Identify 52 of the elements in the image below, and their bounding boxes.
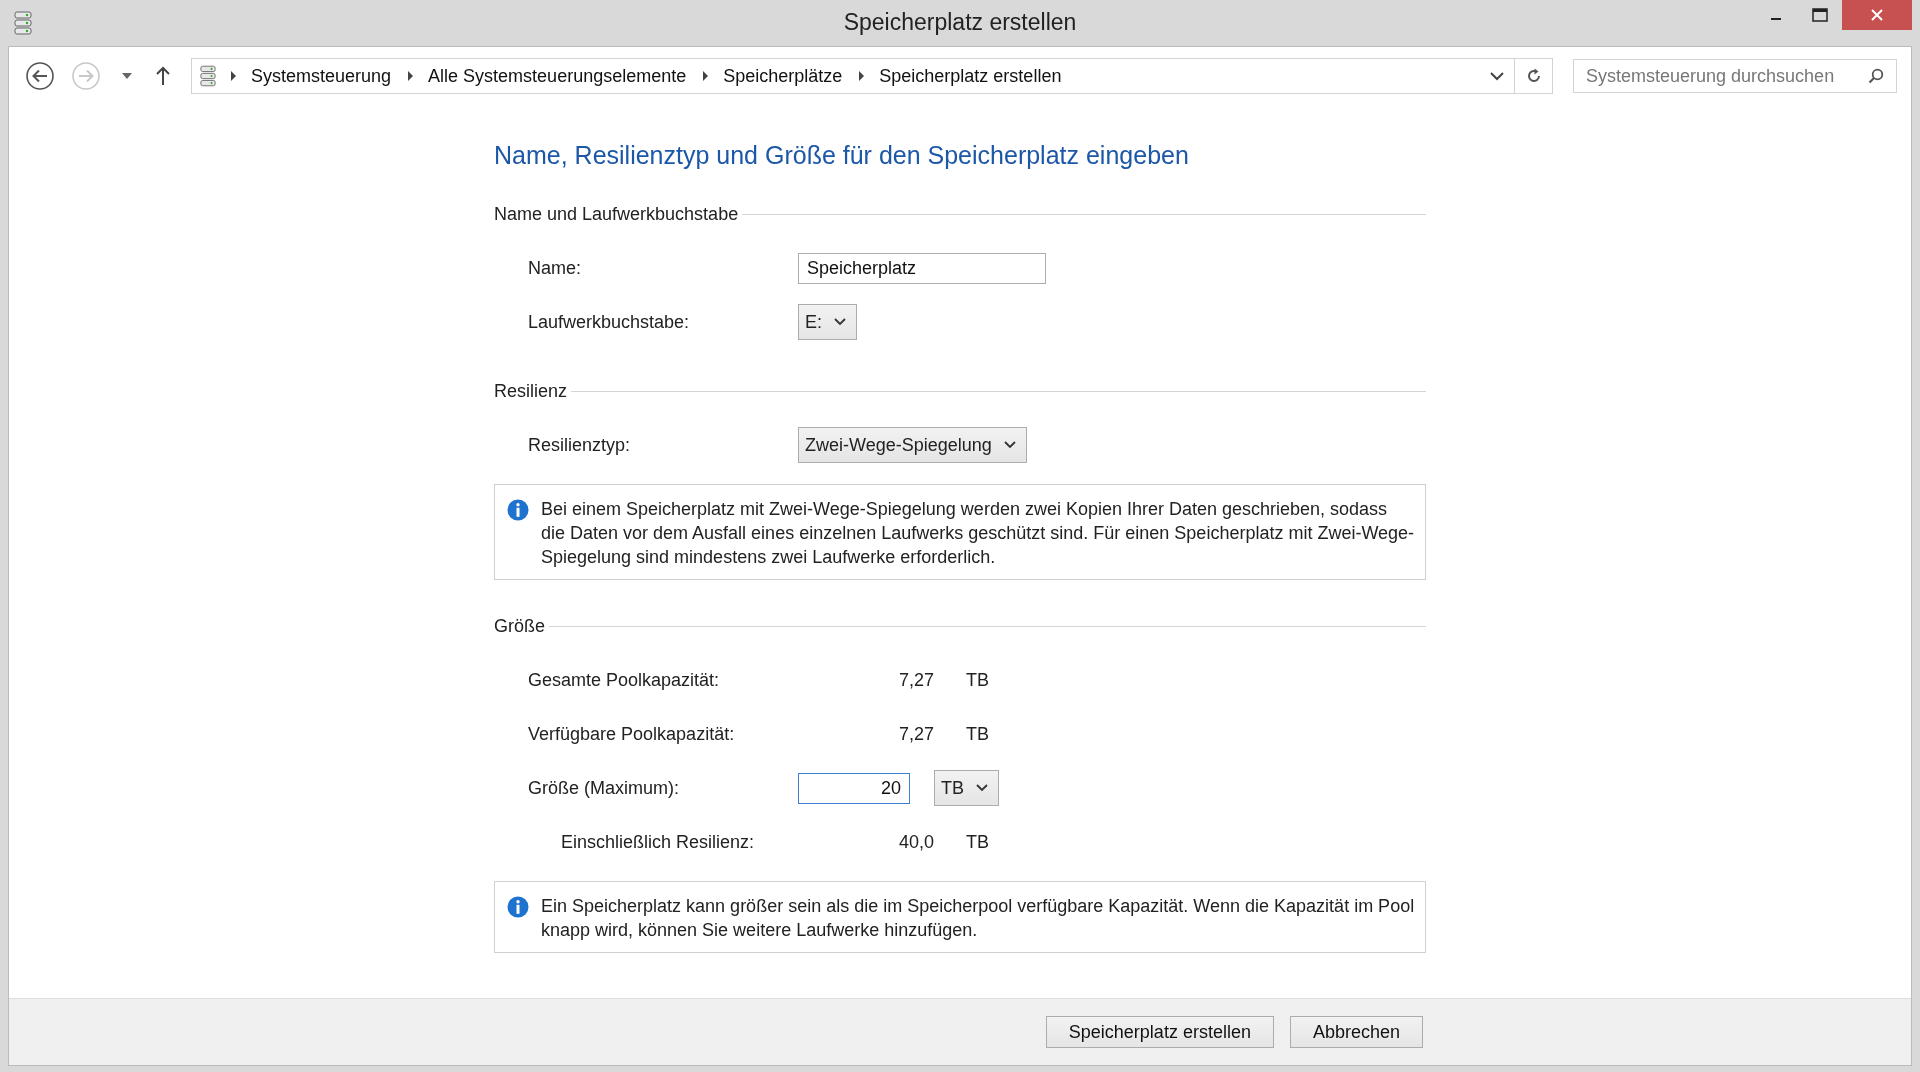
size-input-field[interactable]: 20 <box>798 772 910 804</box>
dialog-button[interactable]: Speicherplatz erstellen <box>1045 1016 1274 1048</box>
capacity-value: 7,27 <box>897 669 934 691</box>
maximize-icon <box>1812 8 1828 22</box>
name-input-field[interactable]: Speicherplatz <box>798 252 1046 284</box>
capacity-unit: TB <box>966 723 989 745</box>
storage-drives-icon <box>14 11 32 35</box>
dropdown[interactable]: Zwei-Wege-Spiegelung <box>798 427 1027 463</box>
capacity-unit: TB <box>966 669 989 691</box>
section-title: Resilienz <box>494 381 568 402</box>
info-icon <box>507 499 529 521</box>
chevron-right-icon[interactable] <box>407 71 415 81</box>
chevron-right-icon[interactable] <box>230 71 237 81</box>
dialog-button[interactable]: Abbrechen <box>1289 1016 1423 1048</box>
minimize-icon <box>1771 18 1781 20</box>
field-label: Name: <box>528 257 582 279</box>
breadcrumb-item[interactable]: Speicherplatz erstellen <box>879 65 1062 87</box>
window-title: Speicherplatz erstellen <box>843 9 1077 36</box>
chevron-down-icon <box>976 784 988 792</box>
storage-drives-icon <box>200 65 216 87</box>
info-text: Bei einem Speicherplatz mit Zwei-Wege-Spiegelung werden zwei Kopien Ihrer Daten geschrieben, sodass die Daten vor dem Ausfall eines einzelnen Laufwerks geschützt sind. Für einen Speicherplatz mit Zwei-Wege-Spiegelung sind mindestens zwei Laufwerke erforderlich. <box>541 498 1415 569</box>
breadcrumb-item[interactable]: Alle Systemsteuerungselemente <box>428 65 687 87</box>
breadcrumb-item[interactable]: Speicherplätze <box>723 65 843 87</box>
info-text: Ein Speicherplatz kann größer sein als die im Speicherpool verfügbare Kapazität. Wenn die Kapazität im Pool knapp wird, können Sie weitere Laufwerke hinzufügen. <box>541 895 1415 942</box>
section-title: Größe <box>494 616 545 637</box>
chevron-down-icon <box>1003 441 1016 449</box>
section-title: Name und Laufwerkbuchstabe <box>494 204 739 225</box>
field-label: Einschließlich Resilienz: <box>561 831 756 853</box>
address-bar[interactable]: Systemsteuerung Alle Systemsteuerungselemente Speicherplätze Speicherplatz erstellen <box>191 58 1553 94</box>
search-icon <box>1868 68 1884 84</box>
field-label: Gesamte Poolkapazität: <box>528 669 721 691</box>
breadcrumb-item[interactable]: Systemsteuerung <box>251 65 392 87</box>
dropdown[interactable]: E: <box>798 304 857 340</box>
field-label: Laufwerkbuchstabe: <box>528 311 691 333</box>
search-field[interactable]: Systemsteuerung durchsuchen <box>1573 59 1897 93</box>
unit-dropdown[interactable]: TB <box>934 770 999 806</box>
field-label: Größe (Maximum): <box>528 777 680 799</box>
refresh-icon <box>1525 68 1542 84</box>
up-arrow-icon <box>155 66 171 86</box>
capacity-unit: TB <box>966 831 989 853</box>
chevron-right-icon[interactable] <box>858 71 866 81</box>
page-heading: Name, Resilienztyp und Größe für den Speicherplatz eingeben <box>494 141 1190 170</box>
capacity-value: 7,27 <box>897 723 934 745</box>
chevron-right-icon[interactable] <box>702 71 710 81</box>
close-icon <box>1870 8 1884 22</box>
close-button[interactable] <box>1842 0 1912 30</box>
field-label: Resilienztyp: <box>528 434 632 456</box>
capacity-value: 40,0 <box>897 831 934 853</box>
chevron-down-icon <box>834 318 846 326</box>
field-label: Verfügbare Poolkapazität: <box>528 723 736 745</box>
chevron-down-icon[interactable] <box>1490 71 1504 81</box>
info-icon <box>507 896 529 918</box>
